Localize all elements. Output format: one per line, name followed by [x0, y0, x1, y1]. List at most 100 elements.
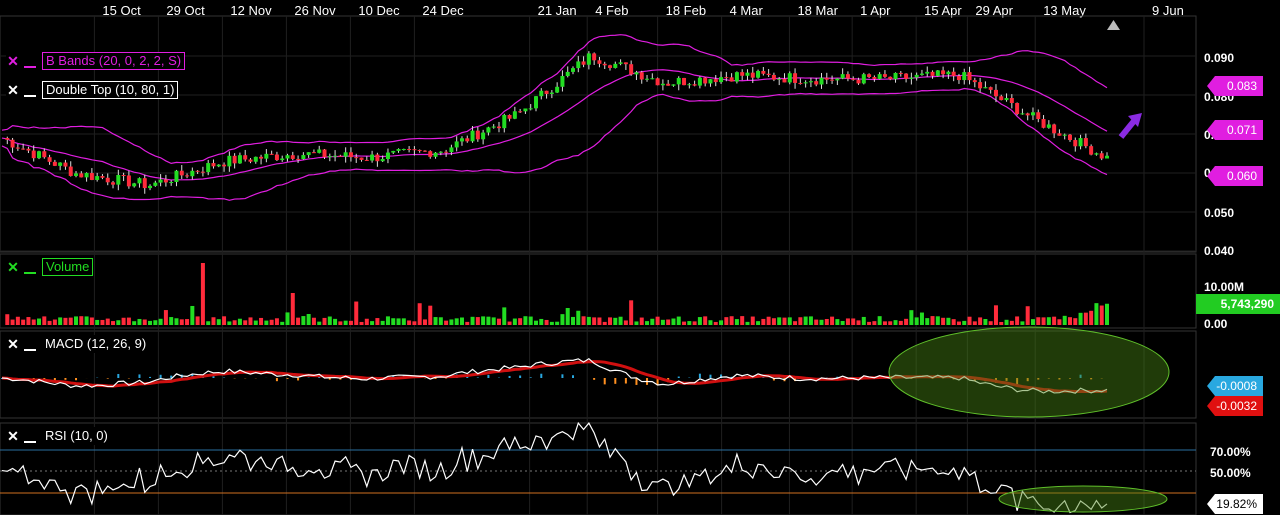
- volume-bar: [74, 316, 79, 325]
- close-icon[interactable]: ✕: [6, 337, 20, 351]
- volume-bar: [592, 317, 597, 325]
- volume-bar: [1046, 317, 1051, 325]
- volume-bar: [179, 319, 184, 325]
- candle-body: [475, 130, 480, 140]
- volume-bar: [507, 321, 512, 325]
- candle-body: [687, 84, 692, 86]
- volume-bar: [1078, 312, 1083, 325]
- candle-body: [63, 162, 68, 167]
- volume-bar: [623, 320, 628, 325]
- volume-bar: [1015, 316, 1020, 325]
- volume-bar: [967, 316, 972, 325]
- chart-canvas[interactable]: 15 Oct 29 Oct 12 Nov 26 Nov 10 Dec 24 Dec 21 J…: [0, 0, 1280, 515]
- bbands-legend[interactable]: ✕ B Bands (20, 0, 2, 2, S): [6, 52, 186, 70]
- volume-bar: [1083, 312, 1088, 325]
- candle-body: [576, 61, 581, 69]
- candle-body: [333, 155, 338, 157]
- rsi-highlight-ellipse[interactable]: [998, 485, 1168, 513]
- volume-bar: [301, 316, 306, 325]
- candle-body: [645, 78, 650, 80]
- volume-bar: [766, 316, 771, 325]
- candle-body: [549, 92, 554, 94]
- volume-bar: [1030, 319, 1035, 325]
- bbands-lower-tag: 0.060: [1207, 166, 1263, 186]
- purple-trend-arrow-icon[interactable]: [1118, 113, 1142, 139]
- double-top-legend[interactable]: ✕ Double Top (10, 80, 1): [6, 81, 179, 99]
- volume-bar: [322, 317, 327, 325]
- price-tick: 0.050: [1204, 206, 1234, 220]
- volume-tick: 10.00M: [1204, 280, 1244, 294]
- volume-bar: [380, 320, 385, 325]
- volume-bar: [95, 319, 100, 325]
- volume-bar: [5, 314, 10, 325]
- rsi-legend[interactable]: ✕ RSI (10, 0): [6, 427, 111, 445]
- candle-body: [967, 72, 972, 81]
- volume-bar: [793, 321, 798, 325]
- macd-histogram-bar: [487, 374, 490, 378]
- candle-body: [79, 173, 84, 178]
- volume-bar: [745, 321, 750, 325]
- minimize-icon[interactable]: [24, 337, 36, 351]
- candle-body: [1046, 124, 1051, 128]
- macd-highlight-ellipse[interactable]: [888, 326, 1170, 418]
- volume-bar: [296, 317, 301, 325]
- candle-body: [148, 185, 153, 189]
- candle-body: [814, 81, 819, 85]
- volume-bar: [491, 317, 496, 325]
- macd-legend[interactable]: ✕ MACD (12, 26, 9): [6, 335, 150, 353]
- candle-body: [719, 77, 724, 83]
- close-icon[interactable]: ✕: [6, 260, 20, 274]
- volume-bar: [364, 318, 369, 325]
- volume-bar: [518, 318, 523, 325]
- volume-bar: [729, 316, 734, 325]
- minimize-icon[interactable]: [24, 54, 36, 68]
- candle-body: [946, 71, 951, 75]
- candle-body: [232, 155, 237, 164]
- candle-body: [708, 79, 713, 84]
- rsi-legend-label: RSI (10, 0): [45, 428, 108, 443]
- volume-bar: [935, 316, 940, 325]
- volume-bar: [158, 318, 163, 325]
- candle-body: [782, 78, 787, 83]
- volume-bar: [105, 318, 110, 325]
- macd-histogram-bar: [593, 378, 596, 380]
- volume-bar: [438, 317, 443, 325]
- candle-body: [655, 78, 660, 86]
- candle-body: [459, 138, 464, 142]
- volume-bar: [84, 316, 89, 325]
- volume-bar: [576, 310, 581, 325]
- volume-bar: [1036, 317, 1041, 325]
- candle-body: [845, 74, 850, 79]
- rsi-line-path: [1, 421, 1108, 514]
- candle-body: [1020, 113, 1025, 115]
- candle-body: [280, 158, 285, 161]
- candle-body: [42, 151, 47, 158]
- candle-body: [253, 156, 258, 162]
- candle-body: [830, 79, 835, 81]
- macd-histogram-bar: [212, 376, 215, 378]
- volume-bar: [475, 317, 480, 325]
- candle-body: [734, 72, 739, 82]
- candle-body: [555, 86, 560, 93]
- candle-body: [565, 71, 570, 77]
- volume-bar: [79, 316, 84, 325]
- close-icon[interactable]: ✕: [6, 54, 20, 68]
- volume-bar: [692, 321, 697, 325]
- close-icon[interactable]: ✕: [6, 429, 20, 443]
- volume-legend[interactable]: ✕ Volume: [6, 258, 94, 276]
- volume-bar: [385, 316, 390, 325]
- candle-body: [1073, 140, 1078, 147]
- volume-bar: [481, 316, 486, 325]
- candle-body: [417, 149, 422, 151]
- minimize-icon[interactable]: [24, 260, 36, 274]
- macd-legend-label: MACD (12, 26, 9): [45, 336, 147, 351]
- minimize-icon[interactable]: [24, 429, 36, 443]
- scroll-up-triangle-icon[interactable]: [1107, 20, 1120, 30]
- candle-body: [697, 77, 702, 86]
- close-icon[interactable]: ✕: [6, 83, 20, 97]
- volume-bar: [978, 317, 983, 325]
- volume-bar: [407, 320, 412, 325]
- candle-body: [306, 152, 311, 156]
- minimize-icon[interactable]: [24, 83, 36, 97]
- candle-body: [195, 170, 200, 172]
